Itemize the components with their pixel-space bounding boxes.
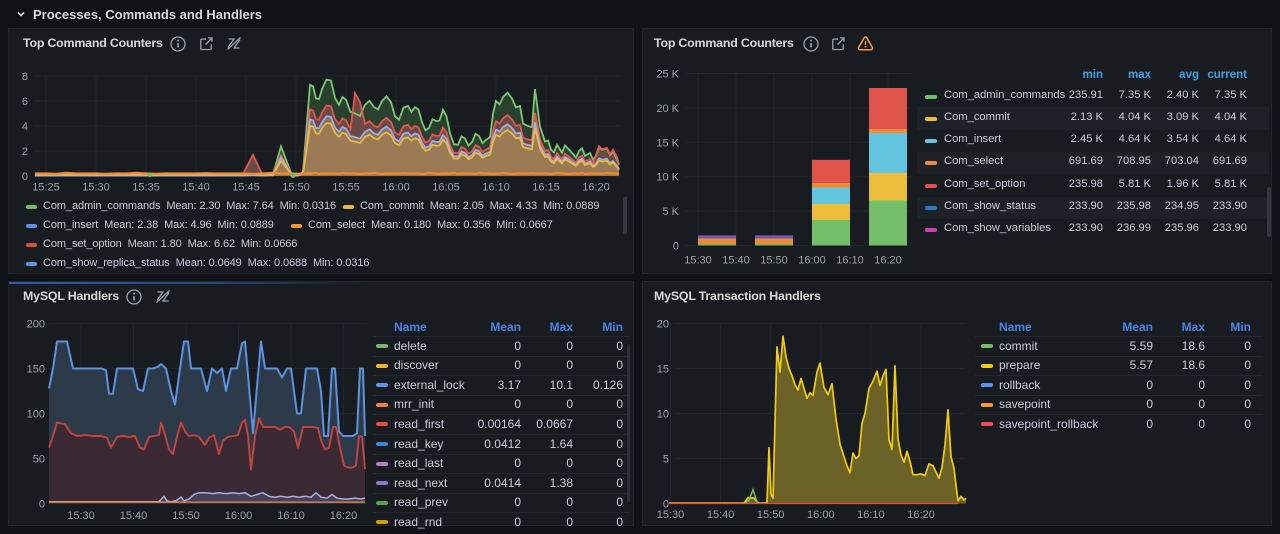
svg-text:15:50: 15:50 (282, 182, 310, 194)
svg-text:16:20: 16:20 (330, 510, 358, 522)
svg-text:16:00: 16:00 (807, 509, 835, 521)
svg-text:4: 4 (22, 121, 28, 133)
svg-text:25 K: 25 K (656, 69, 679, 81)
svg-text:100: 100 (27, 409, 45, 421)
svg-text:16:10: 16:10 (857, 509, 885, 521)
svg-text:50: 50 (33, 454, 45, 466)
svg-text:15: 15 (657, 364, 669, 376)
svg-text:15:40: 15:40 (120, 510, 148, 522)
svg-text:5 K: 5 K (662, 206, 679, 218)
svg-text:15:30: 15:30 (684, 255, 712, 267)
svg-text:16:05: 16:05 (432, 182, 460, 194)
svg-text:16:20: 16:20 (907, 509, 935, 521)
svg-text:15:30: 15:30 (82, 182, 110, 194)
svg-text:20: 20 (657, 319, 669, 331)
svg-text:15:50: 15:50 (760, 255, 788, 267)
svg-text:200: 200 (27, 319, 45, 331)
svg-text:15 K: 15 K (656, 137, 679, 149)
svg-text:16:00: 16:00 (382, 182, 410, 194)
svg-text:16:10: 16:10 (482, 182, 510, 194)
svg-text:15:40: 15:40 (707, 509, 735, 521)
svg-text:15:30: 15:30 (67, 510, 95, 522)
svg-text:15:40: 15:40 (722, 255, 750, 267)
svg-text:16:20: 16:20 (874, 255, 902, 267)
svg-text:15:40: 15:40 (182, 182, 210, 194)
svg-text:16:15: 16:15 (532, 182, 560, 194)
svg-text:15:35: 15:35 (132, 182, 160, 194)
svg-text:0: 0 (22, 171, 28, 183)
svg-text:15:50: 15:50 (172, 510, 200, 522)
svg-text:150: 150 (27, 364, 45, 376)
svg-text:16:10: 16:10 (836, 255, 864, 267)
svg-text:10 K: 10 K (656, 172, 679, 184)
svg-text:16:10: 16:10 (277, 510, 305, 522)
svg-text:0: 0 (673, 241, 679, 253)
svg-text:15:45: 15:45 (232, 182, 260, 194)
svg-text:15:55: 15:55 (332, 182, 360, 194)
svg-text:2: 2 (22, 146, 28, 158)
svg-text:6: 6 (22, 96, 28, 108)
svg-text:16:00: 16:00 (225, 510, 253, 522)
svg-text:16:00: 16:00 (798, 255, 826, 267)
svg-text:15:50: 15:50 (757, 509, 785, 521)
svg-text:5: 5 (663, 454, 669, 466)
svg-text:16:20: 16:20 (582, 182, 610, 194)
svg-text:15:30: 15:30 (657, 509, 685, 521)
svg-text:20 K: 20 K (656, 103, 679, 115)
svg-text:0: 0 (39, 499, 45, 511)
svg-text:15:25: 15:25 (32, 182, 60, 194)
svg-text:8: 8 (22, 71, 28, 83)
svg-text:10: 10 (657, 409, 669, 421)
